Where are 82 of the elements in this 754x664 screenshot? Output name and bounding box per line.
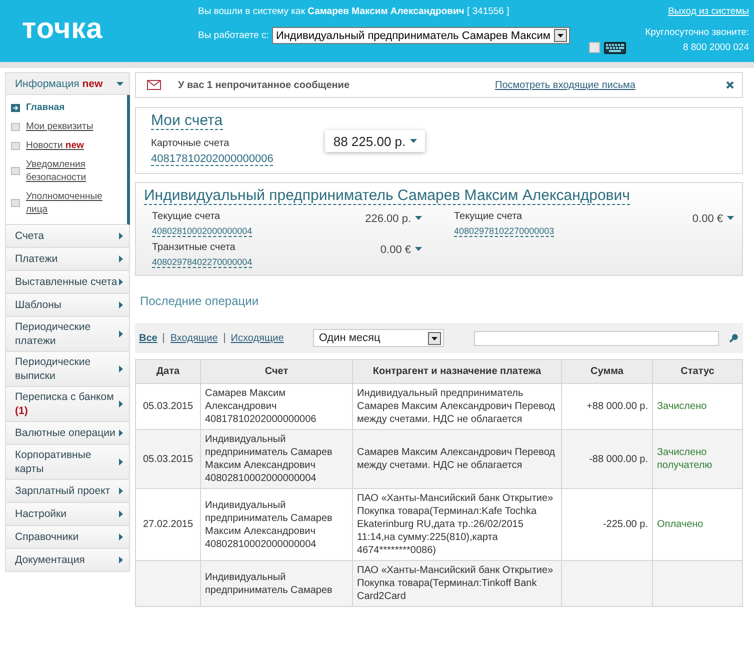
sidebar-item[interactable]: Зарплатный проект [5, 480, 130, 503]
caret-down-icon [727, 216, 734, 221]
caret-right-icon [118, 510, 124, 518]
sidebar-item[interactable]: Шаблоны [5, 294, 130, 317]
submenu-link[interactable]: Уведомления безопасности [26, 158, 123, 184]
table-cell: ПАО «Ханты-Мансийский банк Открытие» Покупка товара(Терминал:Tinkoff Bank Card2Card [352, 560, 562, 606]
search-icon [729, 333, 740, 343]
search-field[interactable] [474, 330, 720, 346]
account-label: Текущие счета [152, 211, 220, 222]
caret-right-icon [118, 487, 124, 495]
account-label: Карточные счета [151, 138, 230, 149]
caret-right-icon [118, 301, 124, 309]
company-title[interactable]: Индивидуальный предприниматель Самарев Максим Александрович [144, 187, 630, 205]
balance-dropdown[interactable]: 0.00 € [380, 242, 422, 257]
sidebar-item[interactable]: Документация [5, 549, 130, 572]
account-number[interactable]: 40802978102270000003 [454, 226, 554, 237]
phone-number: 8 800 2000 024 [682, 42, 749, 53]
submenu-link[interactable]: Уполномоченные лица [26, 190, 123, 216]
balance-dropdown[interactable]: 226.00 р. [365, 211, 422, 226]
account-label: Транзитные счета [152, 242, 236, 253]
section-title: Последние операции [140, 294, 260, 308]
caret-down-icon [116, 80, 124, 86]
caret-right-icon [118, 255, 124, 263]
caret-right-icon [118, 330, 124, 338]
caret-down-icon [415, 247, 422, 252]
caret-right-icon [118, 400, 124, 408]
close-icon [726, 81, 734, 89]
table-cell: -88 000.00 р. [562, 430, 652, 488]
caret-down-icon [415, 216, 422, 221]
envelope-icon [147, 80, 161, 90]
filter-link[interactable]: Все [139, 332, 158, 344]
sidebar-item[interactable]: Справочники [5, 526, 130, 549]
sidebar-item[interactable]: Корпоративные карты [5, 445, 130, 480]
filter-link[interactable]: Исходящие [230, 332, 284, 344]
sidebar-item[interactable]: Периодические платежи [5, 317, 130, 352]
caret-right-icon [118, 429, 124, 437]
table-cell: Самарев Максим Александрович Перевод между счетами. НДС не облагается [352, 430, 562, 488]
work-label: Вы работаете с: [198, 30, 269, 41]
caret-right-icon [118, 278, 124, 286]
keyboard-checkbox[interactable] [589, 42, 600, 53]
sidebar-item[interactable]: Настройки [5, 503, 130, 526]
account-number[interactable]: 40817810202000000006 [151, 153, 274, 166]
account-number[interactable]: 40802978402270000004 [152, 257, 252, 268]
logo: точка [21, 12, 104, 47]
sidebar-item[interactable]: Счета [5, 225, 130, 248]
sidebar-item[interactable]: Переписка с банком (1) [5, 387, 130, 422]
login-info: Вы вошли в систему как Самарев Максим Александрович [ 341556 ] [198, 6, 510, 17]
sidebar-item[interactable]: Выставленные счета [5, 271, 130, 294]
caret-down-icon [410, 138, 417, 144]
caret-right-icon [118, 533, 124, 541]
balance-button[interactable]: 88 225.00 р. [325, 130, 425, 152]
filter-link[interactable]: Входящие [170, 332, 218, 344]
column-header: Контрагент и назначение платежа [352, 360, 562, 384]
period-select[interactable]: Один месяц [312, 329, 444, 347]
company-select[interactable]: Индивидуальный предприниматель Самарев Максим [272, 27, 570, 44]
table-cell: Индивидуальный предприниматель Самарев Максим Александрович 40802810002000000004 [200, 430, 352, 488]
table-cell: Индивидуальный предприниматель Самарев [200, 560, 352, 606]
phone-label: Круглосуточно звоните: [645, 27, 749, 38]
caret-right-icon [118, 556, 124, 564]
column-header: Счет [200, 360, 352, 384]
caret-right-icon [118, 232, 124, 240]
column-header: Статус [652, 360, 742, 384]
keyboard-icon [604, 42, 626, 54]
inbox-link[interactable]: Посмотреть входящие письма [495, 80, 709, 90]
table-cell: Зачислено получателю [652, 430, 742, 488]
caret-right-icon [118, 458, 124, 466]
table-cell: 05.03.2015 [136, 430, 200, 488]
accounts-title[interactable]: Мои счета [151, 112, 223, 130]
submenu-link[interactable]: Новости new [26, 139, 84, 152]
column-header: Сумма [562, 360, 652, 384]
sidebar-item[interactable]: Информация new [5, 72, 130, 95]
sidebar-item[interactable]: Платежи [5, 248, 130, 271]
submenu-link[interactable]: Главная [26, 101, 65, 114]
account-number[interactable]: 40802810002000000004 [152, 226, 252, 237]
column-header: Дата [136, 360, 200, 384]
sidebar-item[interactable]: Периодические выписки [5, 352, 130, 387]
notice-text: У вас 1 непрочитанное сообщение [178, 80, 351, 90]
submenu-link[interactable]: Мои реквизиты [26, 120, 94, 133]
account-label: Текущие счета [454, 211, 522, 222]
caret-right-icon [118, 365, 124, 373]
balance-dropdown[interactable]: 0.00 € [692, 211, 734, 226]
sidebar-item[interactable]: Валютные операции [5, 422, 130, 445]
